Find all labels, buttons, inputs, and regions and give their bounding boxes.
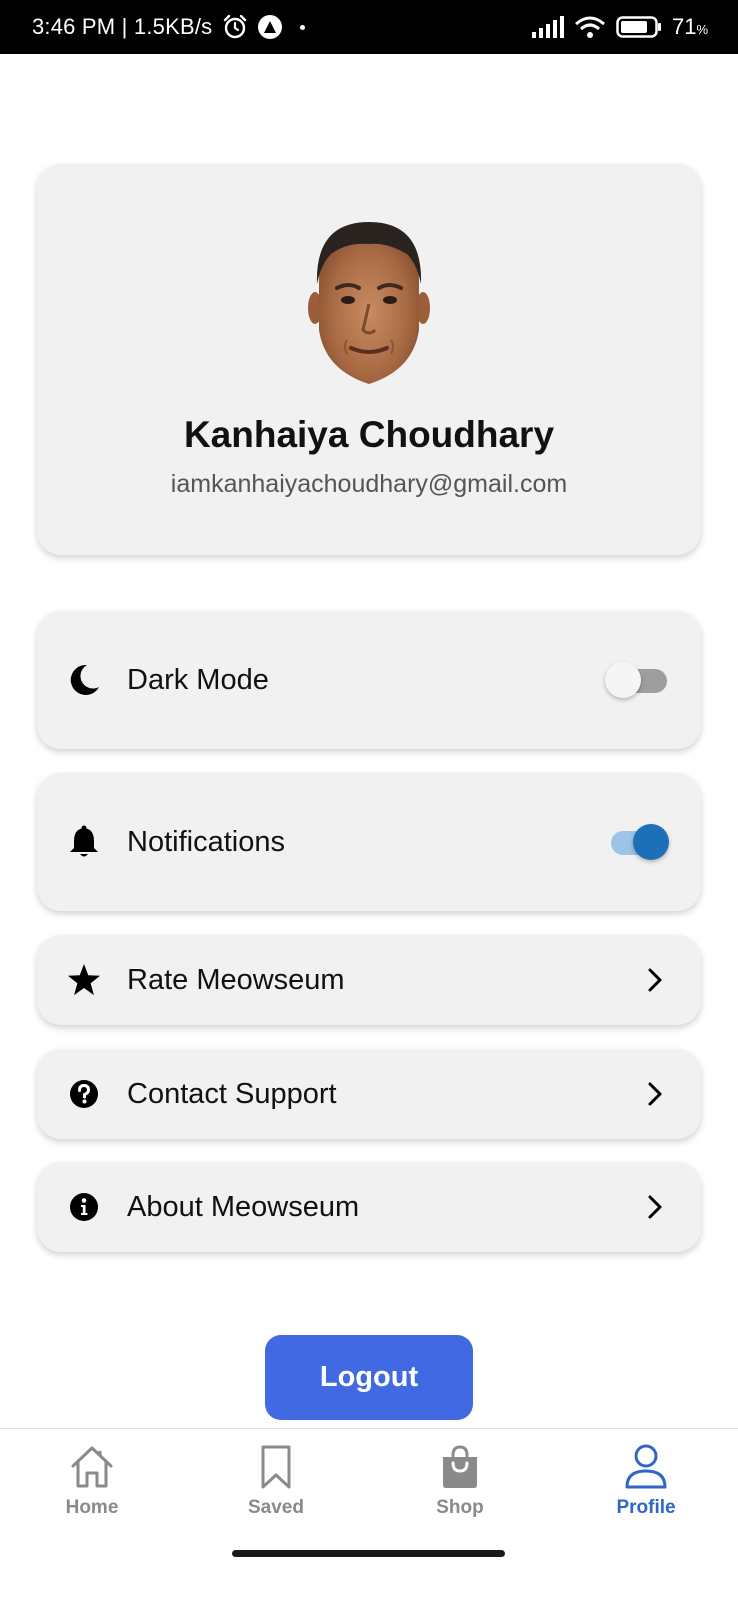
- home-icon: [71, 1446, 113, 1488]
- nav-shop-label: Shop: [436, 1497, 484, 1518]
- nav-home-label: Home: [65, 1497, 119, 1518]
- contact-support-row[interactable]: Contact Support: [37, 1049, 701, 1139]
- status-left: 3:46 PM | 1.5KB/s: [32, 14, 306, 40]
- toggle-thumb: [633, 824, 669, 860]
- help-circle-icon: [67, 1077, 101, 1111]
- rate-meowseum-label: Rate Meowseum: [127, 963, 345, 996]
- bottom-nav: Home Saved Shop Profile: [0, 1428, 738, 1600]
- rate-meowseum-row[interactable]: Rate Meowseum: [37, 935, 701, 1025]
- wifi-icon: [574, 16, 605, 38]
- chevron-right-icon: [648, 1195, 662, 1219]
- nav-profile[interactable]: Profile: [586, 1443, 706, 1519]
- signal-icon: [531, 16, 564, 38]
- clock-text: 3:46 PM: [32, 14, 116, 39]
- chevron-right-icon: [648, 1082, 662, 1106]
- status-right: 71%: [531, 14, 708, 40]
- user-icon: [625, 1444, 667, 1489]
- notifications-row[interactable]: Notifications: [37, 773, 701, 911]
- info-circle-icon: [67, 1190, 101, 1224]
- nav-shop[interactable]: Shop: [400, 1443, 520, 1519]
- profile-email: iamkanhaiyachoudhary@gmail.com: [170, 470, 568, 498]
- nav-saved[interactable]: Saved: [216, 1443, 336, 1519]
- dark-mode-label: Dark Mode: [127, 663, 269, 696]
- about-meowseum-row[interactable]: About Meowseum: [37, 1162, 701, 1252]
- nav-profile-label: Profile: [616, 1497, 676, 1518]
- alarm-icon: [224, 14, 247, 39]
- avatar: [308, 222, 430, 384]
- status-time: 3:46 PM | 1.5KB/s: [32, 14, 212, 40]
- nav-home[interactable]: Home: [32, 1443, 152, 1519]
- network-speed: 1.5KB/s: [133, 14, 213, 39]
- battery-icon: [616, 16, 661, 38]
- bell-icon: [67, 825, 101, 859]
- moon-icon: [67, 663, 101, 697]
- dark-mode-toggle[interactable]: [605, 662, 669, 698]
- status-bar: 3:46 PM | 1.5KB/s 71%: [0, 0, 738, 54]
- shopping-bag-icon: [443, 1445, 477, 1488]
- contact-support-label: Contact Support: [127, 1077, 337, 1110]
- bookmark-icon: [261, 1445, 291, 1489]
- notifications-label: Notifications: [127, 825, 285, 858]
- app-notification-icon: [258, 15, 283, 39]
- logout-button[interactable]: Logout: [265, 1335, 473, 1420]
- star-icon: [67, 963, 101, 997]
- about-meowseum-label: About Meowseum: [127, 1190, 360, 1223]
- battery-percent: 71%: [671, 14, 708, 39]
- profile-name: Kanhaiya Choudhary: [183, 414, 555, 455]
- home-indicator[interactable]: [232, 1550, 505, 1557]
- dark-mode-row[interactable]: Dark Mode: [37, 611, 701, 749]
- more-notifications-dot: [300, 24, 306, 30]
- profile-card: Kanhaiya Choudhary iamkanhaiyachoudhary@…: [37, 164, 701, 555]
- toggle-thumb: [605, 662, 641, 698]
- nav-saved-label: Saved: [248, 1497, 304, 1518]
- chevron-right-icon: [648, 968, 662, 992]
- status-separator: |: [121, 14, 134, 39]
- notifications-toggle[interactable]: [607, 824, 669, 860]
